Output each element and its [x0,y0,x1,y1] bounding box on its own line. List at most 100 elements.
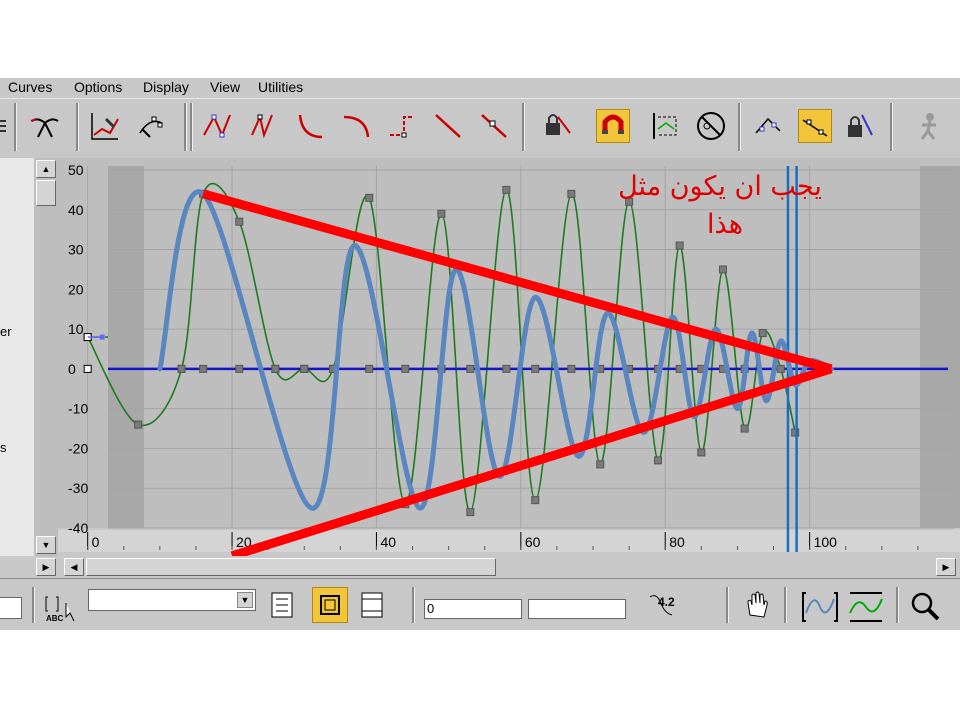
add-keys-icon[interactable] [88,109,122,143]
blue-curve-key[interactable] [401,364,410,373]
blue-curve-key[interactable] [365,364,374,373]
x-tick-label: 60 [525,534,541,550]
green-curve-key[interactable] [437,209,446,218]
green-curve-key[interactable] [675,241,684,250]
toolbar [0,98,960,160]
zoom-value-extents-icon[interactable] [846,589,886,625]
blue-curve-key[interactable] [531,364,540,373]
green-curve-key[interactable] [697,448,706,457]
slow-tangent-icon[interactable] [340,109,374,143]
auto-tangent-icon[interactable] [248,109,282,143]
y-tick-label: 0 [68,361,76,377]
blue-curve-key[interactable] [199,364,208,373]
green-curve-key[interactable] [502,185,511,194]
green-curve-key[interactable] [365,193,374,202]
move-keys-icon[interactable] [134,109,168,143]
menu-curves[interactable]: Curves [8,78,52,96]
value-field[interactable] [528,599,626,619]
scroll-up-button[interactable]: ▲ [36,160,56,178]
green-curve-key[interactable] [776,364,785,373]
green-curve-key[interactable] [235,217,244,226]
status-bar: ABC ▼ 0 4.2 [0,578,960,630]
horizontal-scroll-thumb[interactable] [86,558,496,576]
blue-curve-key[interactable] [83,364,92,373]
value-scale-icon[interactable]: 4.2 [648,589,698,625]
controller-label-fragment: s [0,440,7,455]
show-tangents-icon[interactable] [752,109,786,143]
x-tick-label: 100 [814,534,838,550]
show-keyable-icon[interactable] [694,109,728,143]
green-curve-key[interactable] [758,329,767,338]
y-tick-label: 10 [68,321,84,337]
filter-list-icon[interactable] [268,589,296,619]
green-curve-key[interactable] [654,456,662,465]
blue-curve-key[interactable] [300,364,309,373]
lock-handles-icon[interactable] [842,109,876,143]
y-tick-label: 30 [68,242,84,258]
menu-utilities[interactable]: Utilities [258,78,303,96]
name-field[interactable] [0,597,22,619]
menu-options[interactable]: Options [74,78,122,96]
lock-tangents-icon[interactable] [798,109,832,143]
green-curve-key[interactable] [596,460,605,469]
zoom-horizontal-extents-icon[interactable] [800,589,840,625]
frame-field[interactable]: 0 [424,599,522,619]
blue-curve-key[interactable] [177,364,186,373]
abc-filter-icon[interactable]: ABC [44,593,82,623]
status-separator [412,587,415,623]
smooth-tangent-icon[interactable] [200,109,234,143]
scroll-down-button[interactable]: ▼ [36,536,56,554]
scroll-right-button-left[interactable]: ▶ [36,558,56,576]
toolbar-separator [76,103,79,151]
chevron-down-icon[interactable]: ▼ [237,592,253,608]
blue-curve-key[interactable] [235,364,244,373]
pan-hand-icon[interactable] [742,589,772,621]
toolbar-separator [14,103,17,151]
scroll-right-button[interactable]: ▶ [936,558,956,576]
scroll-left-button[interactable]: ◀ [64,558,84,576]
green-curve-key[interactable] [567,189,576,198]
selection-dropdown[interactable]: ▼ [88,589,256,611]
green-curve-key[interactable] [625,197,634,206]
toolbar-separator [184,103,187,151]
scroll-thumb[interactable] [36,180,56,206]
blue-curve-key[interactable] [271,364,280,373]
green-curve-key[interactable] [134,420,143,429]
fast-tangent-icon[interactable] [294,109,328,143]
y-tick-label: 50 [68,162,84,178]
green-curve-key[interactable] [718,265,727,274]
green-curve-key[interactable] [740,424,749,433]
tangent-handle-end[interactable] [99,334,105,340]
range-shade-left [108,166,144,528]
lock-selection-icon[interactable] [540,109,574,143]
blue-curve-key[interactable] [466,364,475,373]
linear-tangent-icon[interactable] [432,109,466,143]
menu-view[interactable]: View [210,78,240,96]
step-tangent-icon[interactable] [386,109,420,143]
vertical-scrollbar[interactable]: ▲ ▼ [34,158,58,556]
custom-tangent-icon[interactable] [478,109,512,143]
menu-display[interactable]: Display [143,78,189,96]
value-readout: 4.2 [658,595,675,609]
curve-graph[interactable]: 50403020100-10-20-30-400 20 40 60 80 100 [58,158,960,561]
show-all-curves-icon[interactable] [358,589,386,619]
green-curve-key[interactable] [466,508,475,517]
green-curve-key[interactable] [531,496,540,505]
toolbar-separator [738,103,741,151]
curve-editor-window: Curves Options Display View Utilities er… [0,78,960,630]
snap-frames-icon[interactable] [596,109,630,143]
blue-curve-key[interactable] [502,364,511,373]
x-tick-label: 40 [380,534,396,550]
navigate-icon[interactable] [28,109,62,143]
toolbar-separator [190,103,193,151]
controller-list-panel: er s [0,158,34,558]
isolate-curve-icon[interactable] [312,587,348,623]
set-key-icon[interactable] [0,109,8,143]
curve-graph-area[interactable]: 50 40 30 20 10 0 -10 -20 -30 -40 0 20 40 60 80 100 [58,158,960,561]
blue-curve-key[interactable] [567,364,576,373]
figure-icon[interactable] [908,109,942,143]
toolbar-separator [522,103,525,151]
x-tick-label: 80 [669,534,685,550]
zoom-icon[interactable] [908,589,942,623]
parameter-curve-icon[interactable] [648,109,682,143]
